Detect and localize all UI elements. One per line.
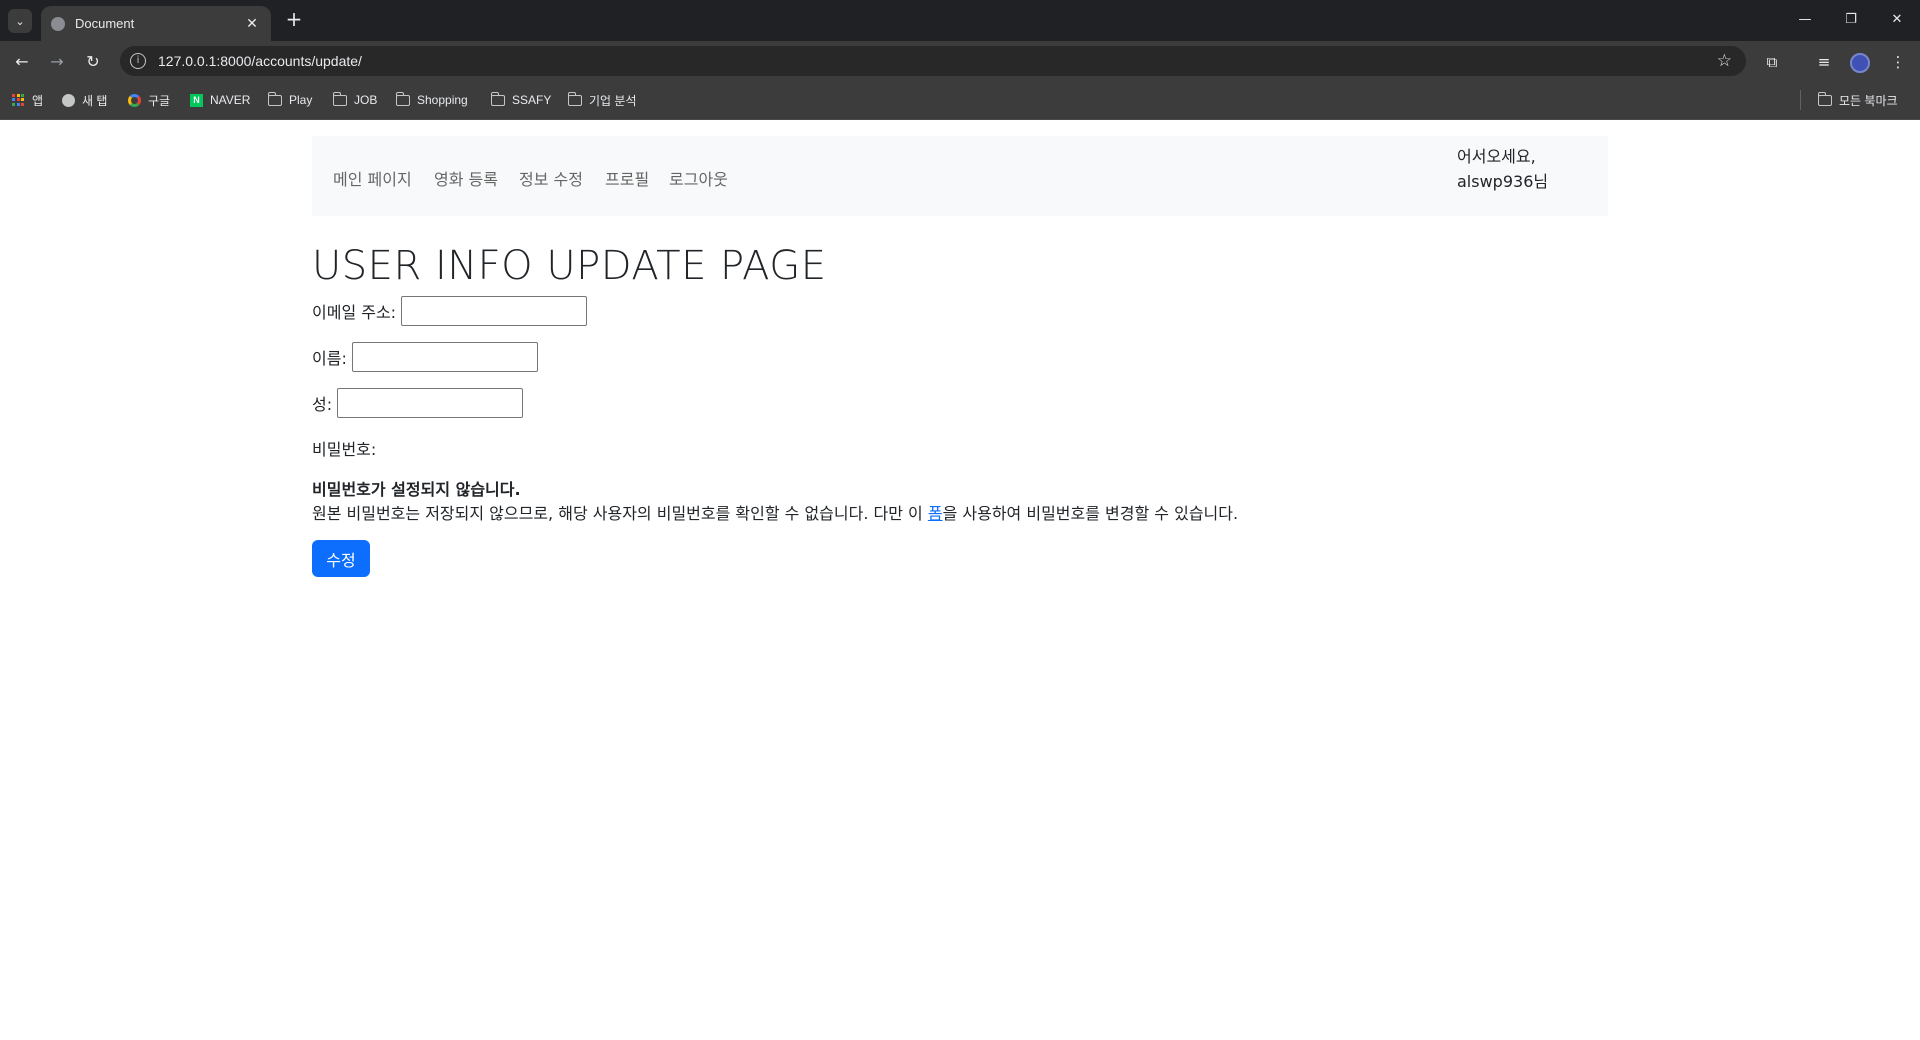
folder-icon (1817, 91, 1832, 106)
tab-search-button[interactable]: ⌄ (8, 9, 32, 33)
menu-icon[interactable]: ⋮ (1886, 50, 1910, 74)
bookmarks-divider (1800, 90, 1801, 110)
close-icon[interactable]: ✕ (243, 16, 261, 32)
email-row: 이메일 주소: (312, 296, 588, 326)
bookmark-label: 새 탭 (82, 93, 108, 108)
password-help-title: 비밀번호가 설정되지 않습니다. (312, 480, 521, 499)
restore-button[interactable]: ❐ (1828, 6, 1874, 34)
password-help-text: 원본 비밀번호는 저장되지 않으므로, 해당 사용자의 비밀번호를 확인할 수 … (312, 500, 1238, 524)
last-name-row: 성: (312, 388, 524, 418)
email-label: 이메일 주소: (312, 303, 397, 322)
bookmark-label: 구글 (148, 93, 171, 108)
profile-avatar[interactable] (1850, 53, 1870, 73)
greeting: 어서오세요, alswp936님 (1457, 144, 1548, 194)
bookmark-folder-job[interactable]: JOB (332, 90, 378, 110)
greeting-username: alswp936님 (1457, 172, 1549, 191)
bookmark-label: 모든 북마크 (1839, 93, 1898, 108)
bookmark-new-tab[interactable]: 새 탭 (62, 90, 107, 110)
page-content: 메인 페이지 영화 등록 정보 수정 프로필 로그아웃 어서오세요, alswp… (0, 120, 1920, 1040)
first-name-row: 이름: (312, 342, 538, 372)
bookmark-label: Play (289, 93, 313, 107)
bookmark-folder-company[interactable]: 기업 분석 (567, 90, 637, 110)
greeting-line: 어서오세요, (1457, 147, 1536, 166)
google-icon (128, 93, 141, 107)
submit-button[interactable]: 수정 (312, 540, 370, 577)
bookmark-all[interactable]: 모든 북마크 (1817, 90, 1898, 110)
media-icon[interactable]: ≡ (1812, 50, 1836, 74)
browser-tab[interactable]: Document ✕ (41, 6, 271, 41)
naver-icon: N (190, 93, 203, 107)
password-help-before: 원본 비밀번호는 저장되지 않으므로, 해당 사용자의 비밀번호를 확인할 수 … (312, 504, 928, 523)
url-text[interactable]: 127.0.0.1:8000/accounts/update/ (158, 53, 1717, 69)
extensions-icon[interactable]: ⧉ (1760, 50, 1784, 74)
new-tab-button[interactable]: + (282, 8, 306, 32)
bookmark-folder-play[interactable]: Play (267, 90, 313, 110)
page-title: USER INFO UPDATE PAGE (312, 243, 827, 289)
bookmark-apps[interactable]: 앱 (12, 90, 43, 110)
apps-grid-icon (12, 93, 25, 107)
nav-link-profile[interactable]: 프로필 (605, 166, 649, 190)
password-label: 비밀번호: (312, 440, 377, 459)
first-name-label: 이름: (312, 349, 347, 368)
bookmark-naver[interactable]: N NAVER (190, 90, 250, 110)
site-info-icon[interactable]: i (130, 53, 146, 69)
nav-link-movie-create[interactable]: 영화 등록 (434, 166, 498, 190)
minimize-button[interactable]: — (1782, 6, 1828, 34)
browser-tab-bar: ⌄ Document ✕ + — ❐ ✕ (0, 0, 1920, 41)
bookmark-google[interactable]: 구글 (128, 90, 170, 110)
last-name-label: 성: (312, 395, 333, 414)
tab-title: Document (75, 16, 135, 31)
reload-button[interactable]: ↻ (79, 48, 107, 76)
window-close-button[interactable]: ✕ (1874, 6, 1920, 34)
globe-icon (62, 93, 75, 107)
password-change-link[interactable]: 폼 (928, 504, 943, 523)
first-name-field[interactable] (351, 342, 538, 372)
bookmark-label: 기업 분석 (589, 93, 637, 108)
bookmark-folder-shopping[interactable]: Shopping (395, 90, 468, 110)
bookmark-folder-ssafy[interactable]: SSAFY (490, 90, 552, 110)
bookmark-label: Shopping (417, 93, 468, 107)
email-field[interactable] (401, 296, 588, 326)
bookmark-label: 앱 (32, 93, 44, 108)
bookmark-star-icon[interactable]: ☆ (1717, 51, 1732, 71)
address-bar[interactable]: i 127.0.0.1:8000/accounts/update/ ☆ (120, 46, 1746, 76)
globe-icon (51, 16, 65, 31)
nav-link-update[interactable]: 정보 수정 (519, 166, 583, 190)
nav-link-main[interactable]: 메인 페이지 (333, 166, 412, 190)
back-button[interactable]: ← (8, 48, 36, 76)
folder-icon (395, 91, 410, 106)
folder-icon (567, 91, 582, 106)
password-help-after: 을 사용하여 비밀번호를 변경할 수 있습니다. (942, 504, 1239, 523)
bookmarks-bar: 앱 새 탭 구글 N NAVER Play JOB Shopping SSAFY… (0, 81, 1920, 120)
last-name-field[interactable] (337, 388, 524, 418)
bookmark-label: NAVER (210, 93, 251, 107)
site-navbar: 메인 페이지 영화 등록 정보 수정 프로필 로그아웃 어서오세요, alswp… (312, 136, 1608, 216)
folder-icon (332, 91, 347, 106)
bookmark-label: JOB (354, 93, 378, 107)
nav-link-logout[interactable]: 로그아웃 (669, 166, 728, 190)
folder-icon (490, 91, 505, 106)
folder-icon (267, 91, 282, 106)
bookmark-label: SSAFY (512, 93, 552, 107)
forward-button[interactable]: → (43, 48, 71, 76)
browser-toolbar: ← → ↻ i 127.0.0.1:8000/accounts/update/ … (0, 41, 1920, 81)
